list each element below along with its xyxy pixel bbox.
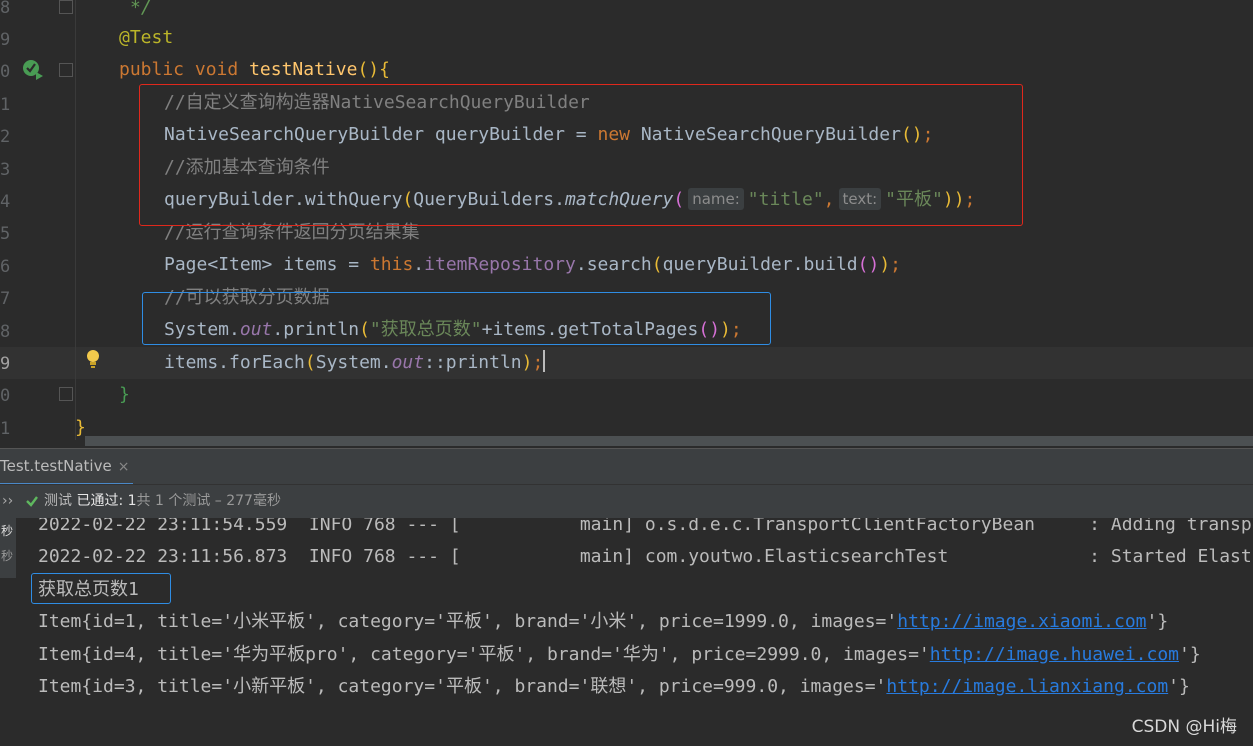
code-line: } bbox=[119, 384, 130, 405]
console-line: Item{id=4, title='华为平板pro', category='平板… bbox=[38, 644, 1201, 665]
fold-marker-icon[interactable] bbox=[59, 387, 73, 401]
highlight-box-blue bbox=[31, 573, 171, 604]
tab-label: Test.testNative bbox=[0, 457, 112, 475]
duration-label: 秒 bbox=[1, 549, 14, 563]
line-number: 3 bbox=[0, 160, 11, 180]
indent-guide bbox=[75, 0, 76, 440]
highlight-box-blue bbox=[142, 292, 771, 345]
line-number: 8 bbox=[0, 322, 11, 342]
line-number: 9 bbox=[0, 30, 11, 50]
code-line: items.forEach(System.out::println); bbox=[164, 350, 546, 373]
line-number: 0 bbox=[0, 386, 11, 406]
line-number: 6 bbox=[0, 257, 11, 277]
run-tab-bar: Test.testNative × bbox=[0, 448, 1253, 486]
line-number: 1 bbox=[0, 419, 11, 439]
code-line: Page<Item> items = this.itemRepository.s… bbox=[164, 254, 902, 275]
horizontal-scrollbar[interactable] bbox=[85, 436, 1253, 446]
code-line: */ bbox=[130, 0, 152, 18]
image-link[interactable]: http://image.huawei.com bbox=[930, 644, 1179, 665]
console-line: 2022-02-22 23:11:56.873 INFO 768 --- [ m… bbox=[38, 546, 1253, 567]
line-number: 9 bbox=[0, 354, 11, 374]
fold-marker-icon[interactable] bbox=[59, 63, 73, 77]
line-number: 4 bbox=[0, 192, 11, 212]
test-status-text: 测试 已通过: 1共 1 个测试 – 277毫秒 bbox=[44, 493, 281, 509]
run-test-icon[interactable] bbox=[22, 58, 44, 80]
code-editor[interactable]: 8 9 0 1 2 3 4 5 6 7 8 9 0 1 */ @Test pub… bbox=[0, 0, 1253, 446]
line-number: 5 bbox=[0, 224, 11, 244]
fold-marker-icon[interactable] bbox=[59, 0, 73, 14]
test-status-bar: ›› 测试 已通过: 1共 1 个测试 – 277毫秒 bbox=[0, 484, 1253, 519]
line-number: 7 bbox=[0, 289, 11, 309]
text-caret bbox=[543, 350, 546, 372]
console-line: Item{id=1, title='小米平板', category='平板', … bbox=[38, 611, 1169, 632]
code-line: @Test bbox=[119, 27, 174, 48]
code-line: public void testNative(){ bbox=[119, 59, 390, 80]
console-line: Item{id=3, title='小新平板', category='平板', … bbox=[38, 676, 1190, 697]
duration-label: 秒 bbox=[1, 524, 14, 538]
image-link[interactable]: http://image.lianxiang.com bbox=[886, 676, 1168, 697]
image-link[interactable]: http://image.xiaomi.com bbox=[897, 611, 1146, 632]
line-number: 0 bbox=[0, 62, 11, 82]
console-output[interactable]: 2022-02-22 23:11:54.559 INFO 768 --- [ m… bbox=[0, 518, 1253, 746]
console-line: 2022-02-22 23:11:54.559 INFO 768 --- [ m… bbox=[38, 518, 1253, 535]
line-number: 8 bbox=[0, 0, 11, 18]
tab-test-native[interactable]: Test.testNative × bbox=[0, 449, 134, 486]
line-number: 2 bbox=[0, 127, 11, 147]
test-tree-gutter[interactable]: 秒 秒 bbox=[0, 518, 16, 578]
highlight-box-red bbox=[139, 84, 1023, 226]
watermark: CSDN @Hi梅 bbox=[1131, 717, 1237, 737]
check-icon bbox=[26, 496, 38, 507]
expand-icon[interactable]: ›› bbox=[2, 485, 13, 517]
lightbulb-icon[interactable] bbox=[84, 348, 102, 370]
close-icon[interactable]: × bbox=[118, 459, 130, 475]
line-number: 1 bbox=[0, 95, 11, 115]
